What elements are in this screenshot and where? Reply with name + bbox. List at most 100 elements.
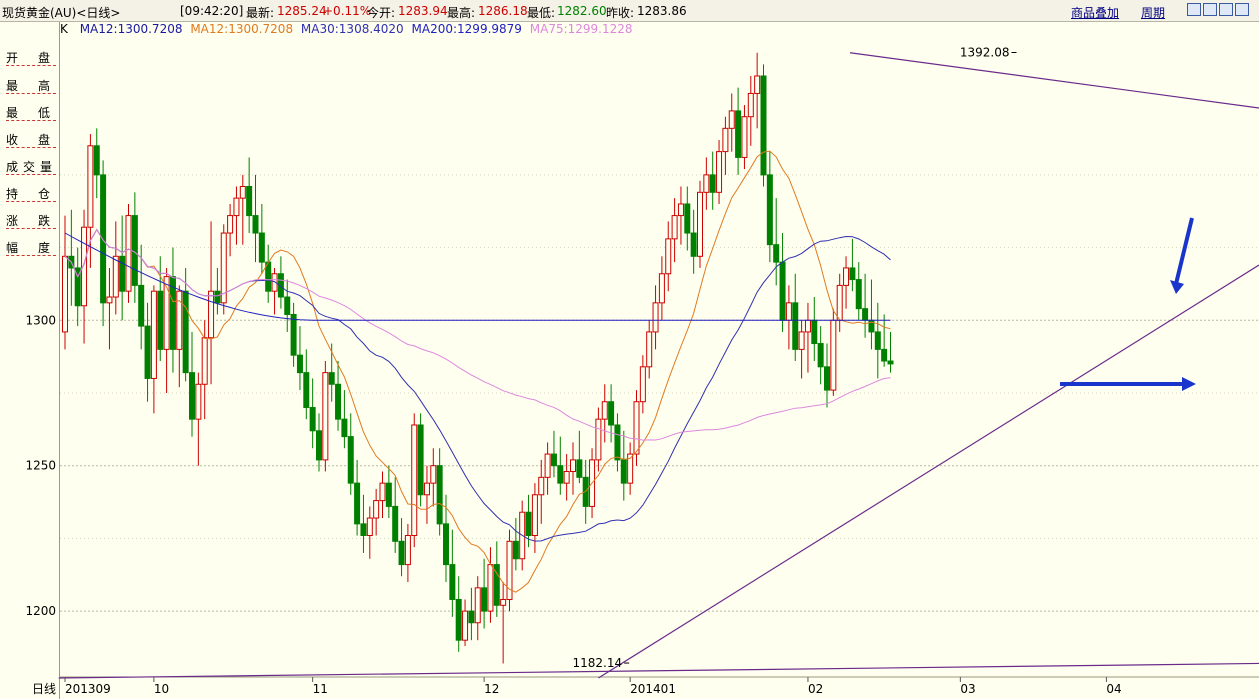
nav-close-icon[interactable] (1235, 3, 1249, 16)
nav-left-icon[interactable] (1187, 3, 1201, 16)
candle-body (176, 290, 183, 350)
candle-body (189, 372, 195, 420)
candle-body (544, 453, 551, 478)
candle-body (100, 174, 107, 304)
candle-body (366, 517, 373, 536)
candle-body (836, 284, 843, 321)
low-label: 最低: (527, 6, 556, 20)
x-tick-label: 02 (808, 682, 823, 696)
candle-body (284, 296, 291, 315)
candle-body (341, 418, 348, 438)
candle-body (531, 494, 538, 536)
candle-body (322, 372, 329, 461)
high-label: 最高: (447, 6, 476, 20)
legend-ma30: MA30:1308.4020 (300, 22, 404, 36)
candle-body (830, 319, 837, 391)
candle-body (506, 540, 513, 600)
candle-body (125, 215, 132, 292)
candle-body (512, 540, 519, 560)
candle-body (157, 290, 164, 350)
candle-body (62, 255, 68, 333)
candle-body (874, 331, 881, 350)
candle-body (557, 465, 564, 484)
candle-body (379, 482, 386, 502)
x-tick-label: 12 (484, 682, 499, 696)
candle-body (722, 127, 729, 153)
candle-body (227, 215, 234, 234)
header-time: [09:42:20] (180, 4, 244, 18)
candle-body (150, 290, 157, 379)
nav-right-icon[interactable] (1203, 3, 1217, 16)
candle-body (233, 197, 240, 217)
candle-body (633, 401, 640, 455)
candle-body (665, 238, 672, 275)
candle-body (214, 290, 221, 304)
candle-body (392, 505, 399, 542)
x-tick-label: 201309 (65, 682, 111, 696)
candle-body (316, 430, 322, 461)
candle-body (608, 401, 615, 426)
candle-body (614, 424, 621, 461)
candle-body (468, 610, 475, 624)
candle-body (550, 453, 557, 467)
ma12-line (64, 150, 891, 593)
latest-label: 最新: (246, 6, 275, 20)
candle-body (849, 267, 856, 281)
candle-body (81, 226, 88, 307)
candle-body (208, 290, 215, 339)
down-arrow-icon (1170, 280, 1184, 294)
candle-body (144, 325, 151, 379)
prev-close-label: 昨收: (606, 6, 635, 20)
candle-body (709, 174, 716, 193)
period-link[interactable]: 周期 (1141, 6, 1165, 20)
price-chart[interactable]: 1200 1250 1300 1392.08 1182.14 日线 201309 10 11 12… (0, 22, 1259, 699)
candle-body (690, 232, 697, 257)
candle-body (538, 476, 545, 496)
legend-ma200: MA200:1299.9879 (411, 22, 522, 36)
candle-body (595, 418, 602, 461)
candle-body (525, 511, 532, 536)
low-annotation: 1182.14 (573, 656, 623, 670)
candle-body (779, 261, 786, 321)
downtrend-line (849, 52, 1259, 109)
x-tick-label: 10 (154, 682, 169, 696)
candle-body (677, 203, 684, 217)
candle-body (182, 290, 189, 374)
overlay-link[interactable]: 商品叠加 (1071, 6, 1119, 20)
ma200-line (64, 232, 891, 321)
low-value: 1282.60 (557, 4, 607, 18)
candle-body (697, 191, 703, 257)
candle-body (443, 523, 449, 566)
latest-value: 1285.24 (277, 4, 327, 18)
open-value: 1283.94 (398, 4, 448, 18)
candle-body (246, 186, 253, 217)
nav-expand-icon[interactable] (1219, 3, 1233, 16)
uptrend-line (598, 264, 1259, 679)
candle-body (462, 610, 469, 641)
bottom-support-line (58, 662, 1259, 679)
candle-body (423, 482, 430, 496)
candle-body (417, 424, 424, 496)
candle-body (881, 348, 888, 362)
candle-body (570, 459, 576, 473)
chart-window: 现货黄金(AU)<日线> [09:42:20] 最新: 1285.24 +0.1… (0, 0, 1259, 699)
candle-body (817, 343, 824, 368)
candle-body (195, 383, 202, 420)
candle-body (735, 110, 742, 158)
candle-body (754, 75, 761, 94)
y-tick-label: 1300 (25, 313, 56, 327)
legend-ma12b: MA12:1300.7208 (190, 22, 294, 36)
legend-k: K (60, 22, 68, 36)
candle-body (373, 500, 380, 519)
candle-body (119, 255, 126, 292)
candle-body (760, 75, 767, 176)
candle-body (138, 284, 145, 327)
candle-body (601, 401, 608, 420)
candle-body (798, 331, 805, 350)
candle-body (785, 302, 792, 321)
prev-close-value: 1283.86 (637, 4, 687, 18)
candle-body (258, 232, 265, 263)
candle-body (131, 215, 138, 286)
candle-body (201, 337, 208, 385)
candle-body (252, 215, 259, 234)
